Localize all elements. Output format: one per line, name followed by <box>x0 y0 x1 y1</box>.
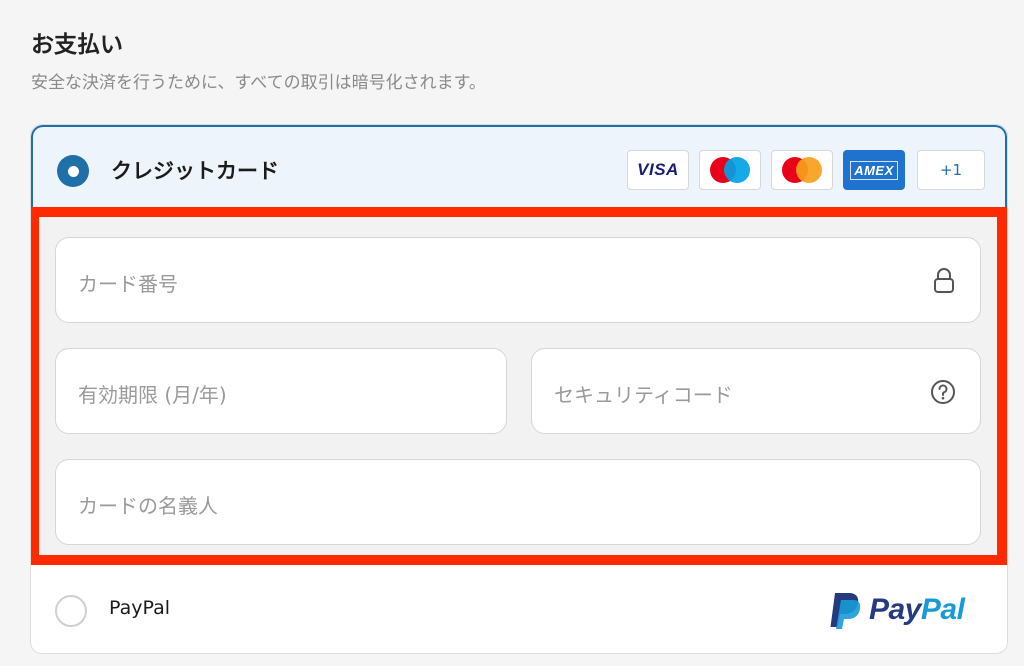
paypal-logo: PayPal <box>827 591 987 631</box>
amex-logo: AMEX <box>843 150 905 190</box>
payment-method-card: クレジットカード VISA AMEX +1 カード番号 有効期限 (月/年) セ… <box>30 124 1008 654</box>
expiry-placeholder: 有効期限 (月/年) <box>78 383 227 407</box>
credit-card-option[interactable]: クレジットカード VISA AMEX +1 <box>31 125 1007 207</box>
paypal-mark-icon <box>830 593 861 629</box>
cardholder-placeholder: カードの名義人 <box>78 494 218 518</box>
card-details-form: カード番号 有効期限 (月/年) セキュリティコード カードの名義人 <box>31 207 1007 565</box>
more-brands-count: +1 <box>939 161 963 179</box>
visa-text: VISA <box>637 160 679 179</box>
credit-card-label: クレジットカード <box>111 159 279 183</box>
paypal-logo-text: PayPal <box>869 593 965 626</box>
paypal-label: PayPal <box>109 597 171 619</box>
mastercard-icon <box>771 150 833 190</box>
card-number-placeholder: カード番号 <box>78 272 178 296</box>
expiry-date-field[interactable]: 有効期限 (月/年) <box>55 348 507 434</box>
credit-card-radio[interactable] <box>57 155 89 187</box>
security-code-placeholder: セキュリティコード <box>554 383 733 407</box>
visa-logo: VISA <box>627 150 689 190</box>
paypal-radio[interactable] <box>55 595 87 627</box>
card-number-field[interactable]: カード番号 <box>55 237 981 323</box>
security-code-field[interactable]: セキュリティコード <box>531 348 981 434</box>
help-icon[interactable] <box>930 379 956 405</box>
amex-text: AMEX <box>850 160 898 180</box>
page-subtitle: 安全な決済を行うために、すべての取引は暗号化されます。 <box>31 73 486 93</box>
cardholder-name-field[interactable]: カードの名義人 <box>55 459 981 545</box>
maestro-icon <box>699 150 761 190</box>
page-title: お支払い <box>31 32 123 58</box>
paypal-option[interactable]: PayPal PayPal <box>31 565 1007 653</box>
radio-dot-icon <box>67 165 79 177</box>
lock-icon <box>934 268 954 293</box>
more-brands-badge: +1 <box>917 150 985 190</box>
